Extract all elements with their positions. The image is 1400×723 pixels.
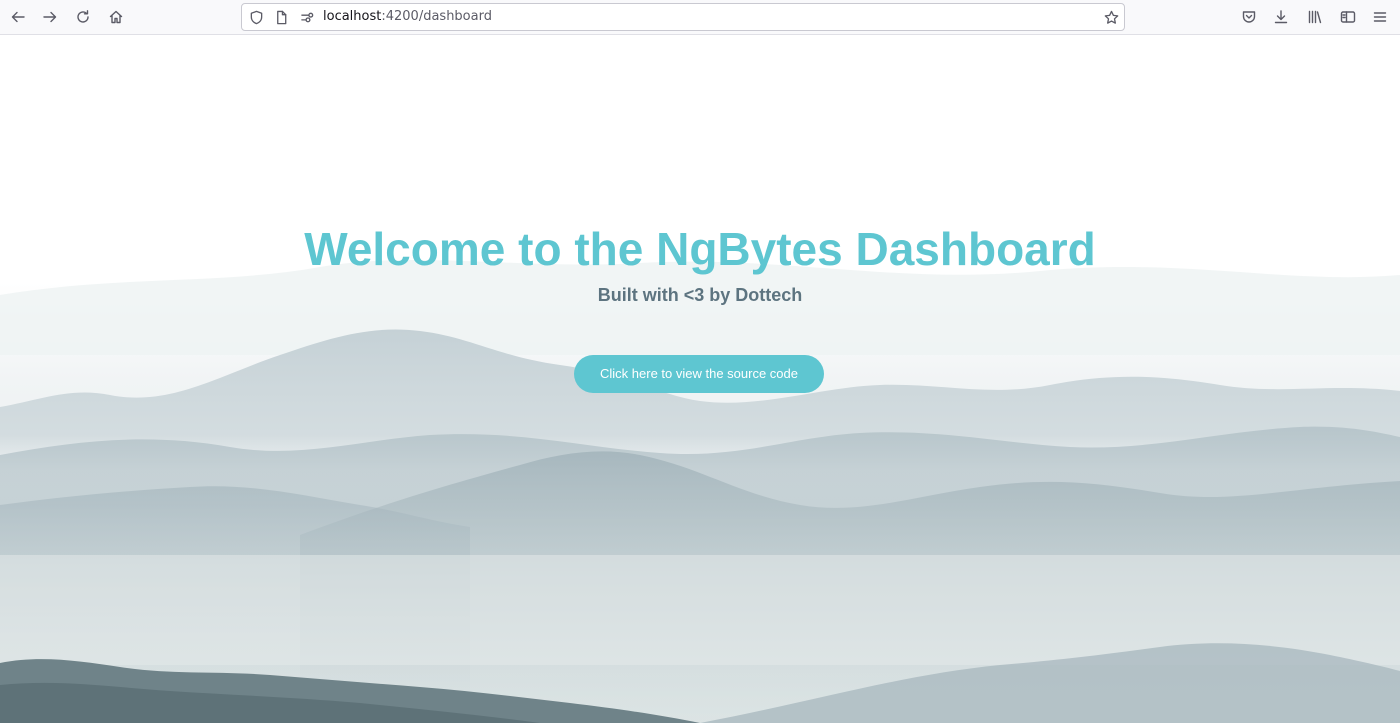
dashboard-page: Welcome to the NgBytes Dashboard Built w…: [0, 35, 1400, 723]
url-text[interactable]: localhost:4200/dashboard: [323, 9, 492, 25]
permissions-icon[interactable]: [299, 9, 315, 25]
bookmark-star-icon[interactable]: [1103, 9, 1119, 25]
back-button[interactable]: [4, 3, 32, 31]
browser-toolbar: localhost:4200/dashboard: [0, 0, 1400, 35]
pocket-button[interactable]: [1235, 3, 1263, 31]
reload-button[interactable]: [69, 3, 97, 31]
reload-icon: [77, 10, 89, 23]
sidebar-button[interactable]: [1334, 3, 1362, 31]
menu-button[interactable]: [1366, 3, 1394, 31]
library-icon: [1308, 10, 1322, 24]
url-bar[interactable]: localhost:4200/dashboard: [241, 3, 1125, 31]
back-arrow-icon: [11, 11, 25, 23]
home-icon: [109, 10, 123, 24]
pocket-icon: [1242, 11, 1256, 23]
home-button[interactable]: [102, 3, 130, 31]
menu-icon: [1373, 12, 1387, 22]
page-icon[interactable]: [273, 9, 289, 25]
shield-icon[interactable]: [248, 9, 264, 25]
sidebar-icon: [1340, 11, 1356, 23]
page-title: Welcome to the NgBytes Dashboard: [304, 223, 1096, 275]
view-source-button[interactable]: Click here to view the source code: [574, 355, 824, 393]
download-icon: [1274, 10, 1288, 24]
download-button[interactable]: [1267, 3, 1295, 31]
url-path: :4200/dashboard: [381, 9, 492, 24]
library-button[interactable]: [1301, 3, 1329, 31]
forward-arrow-icon: [43, 11, 57, 23]
url-host: localhost: [323, 9, 382, 24]
forward-button[interactable]: [36, 3, 64, 31]
page-subtitle: Built with <3 by Dottech: [597, 285, 803, 305]
